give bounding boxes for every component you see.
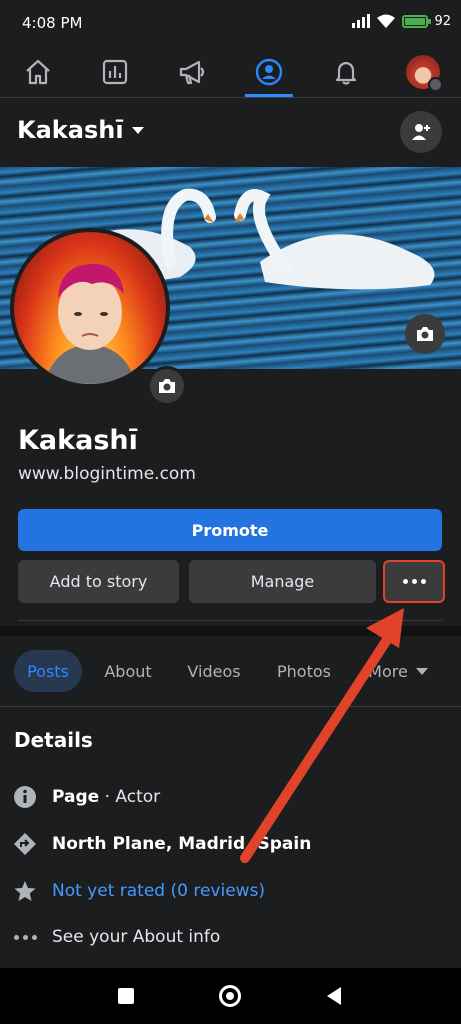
profile-icon	[255, 58, 283, 86]
insights-icon	[102, 59, 128, 85]
camera-icon	[417, 327, 433, 341]
tab-label: Posts	[27, 661, 69, 681]
tab-label: More	[368, 661, 408, 681]
signal-icon	[352, 14, 371, 28]
rating-link[interactable]: Not yet rated (0 reviews)	[52, 881, 265, 901]
detail-page-type: Page · Actor	[12, 782, 160, 812]
more-options-button[interactable]	[383, 560, 445, 603]
tab-label: About	[104, 661, 152, 681]
tab-more[interactable]: More	[360, 650, 436, 692]
circle-icon	[219, 985, 241, 1007]
page-switcher-name: Kakashī	[17, 116, 124, 144]
tab-posts[interactable]: Posts	[14, 650, 82, 692]
chevron-down-icon	[415, 667, 428, 675]
detail-about: See your About info	[12, 922, 220, 952]
page-name: Kakashī	[18, 425, 138, 456]
bell-icon	[335, 61, 357, 85]
section-separator	[0, 626, 461, 636]
details-heading: Details	[14, 728, 93, 752]
profile-picture[interactable]	[10, 228, 170, 388]
chevron-down-icon	[131, 126, 144, 134]
megaphone-icon	[179, 60, 205, 85]
nav-notifications[interactable]	[314, 48, 378, 96]
directions-icon	[12, 831, 38, 857]
menu-icon	[428, 77, 443, 92]
wifi-icon	[377, 14, 396, 28]
edit-profile-picture-button[interactable]	[147, 366, 187, 406]
page-website[interactable]: www.blogintime.com	[18, 464, 196, 484]
top-navigation	[0, 48, 461, 98]
avatar	[406, 55, 443, 92]
system-navigation-bar	[0, 968, 461, 1024]
home-icon	[26, 59, 50, 85]
info-icon	[12, 784, 38, 810]
square-icon	[118, 988, 134, 1004]
nav-ads[interactable]	[160, 48, 224, 96]
status-time: 4:08 PM	[22, 14, 83, 32]
battery-level: 92	[434, 13, 451, 29]
see-about-link[interactable]: See your About info	[52, 927, 220, 947]
add-person-icon	[412, 124, 430, 140]
promote-button[interactable]: Promote	[18, 509, 442, 551]
back-button[interactable]	[318, 980, 350, 1012]
tab-about[interactable]: About	[96, 650, 160, 692]
detail-location: North Plane, Madrid, Spain	[12, 829, 311, 859]
battery-icon	[402, 14, 432, 28]
tab-videos[interactable]: Videos	[178, 650, 250, 692]
avatar-illustration	[44, 263, 136, 384]
status-bar: 4:08 PM 92	[0, 0, 461, 48]
home-button[interactable]	[214, 980, 246, 1012]
divider	[0, 706, 461, 707]
nav-home[interactable]	[6, 48, 70, 96]
edit-cover-button[interactable]	[405, 314, 445, 354]
page-switcher[interactable]: Kakashī	[17, 116, 144, 144]
back-triangle-icon	[327, 987, 341, 1005]
nav-active-indicator	[245, 94, 293, 97]
nav-insights[interactable]	[83, 48, 147, 96]
add-person-button[interactable]	[400, 111, 442, 153]
star-icon	[12, 878, 38, 904]
profile-tabs: Posts About Videos Photos More	[0, 646, 461, 698]
divider	[18, 620, 443, 621]
recents-button[interactable]	[110, 980, 142, 1012]
add-to-story-button[interactable]: Add to story	[18, 560, 179, 603]
detail-rating: Not yet rated (0 reviews)	[12, 876, 265, 906]
manage-button[interactable]: Manage	[189, 560, 376, 603]
page-type-label: Page	[52, 787, 100, 807]
more-dots-icon	[402, 579, 426, 584]
page-type-value: · Actor	[99, 787, 161, 807]
status-icons: 92	[352, 13, 451, 29]
location-text[interactable]: North Plane, Madrid, Spain	[52, 834, 311, 854]
nav-profile[interactable]	[237, 48, 301, 97]
more-dots-icon	[12, 924, 38, 950]
camera-icon	[159, 379, 175, 393]
tab-label: Videos	[187, 661, 241, 681]
tab-label: Photos	[277, 661, 331, 681]
nav-menu[interactable]	[391, 48, 455, 96]
tab-photos[interactable]: Photos	[268, 650, 340, 692]
